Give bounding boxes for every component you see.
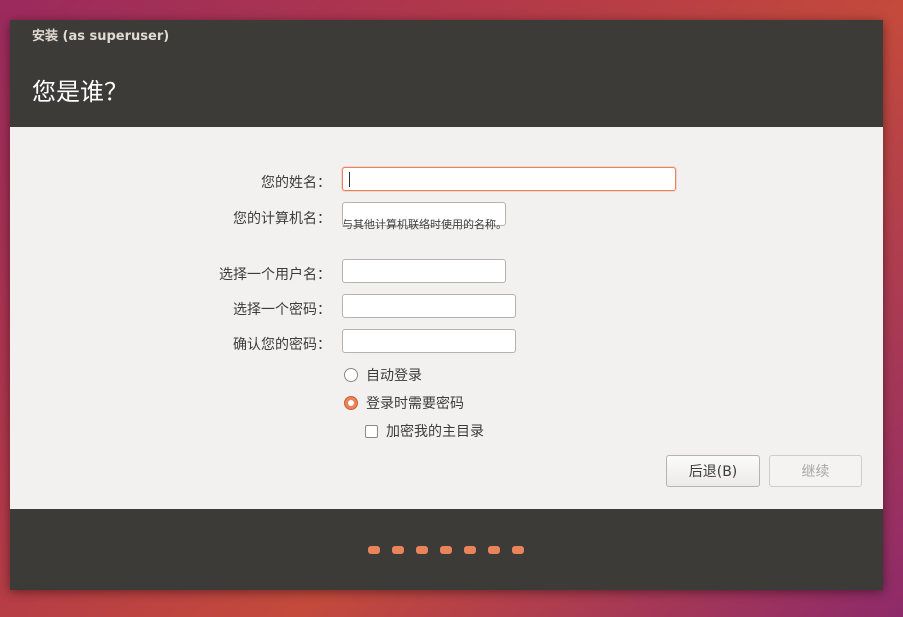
require-password-label: 登录时需要密码 [366, 396, 464, 412]
progress-dot [368, 546, 380, 554]
auto-login-option[interactable]: 自动登录 [344, 365, 422, 385]
auto-login-label: 自动登录 [366, 368, 422, 384]
require-password-radio[interactable] [344, 396, 358, 410]
username-field[interactable] [342, 259, 506, 283]
back-button[interactable]: 后退(B) [666, 455, 760, 487]
password-label: 选择一个密码： [233, 302, 331, 318]
confirm-password-label: 确认您的密码： [233, 337, 331, 353]
installer-window: 安装 (as superuser) 您是谁？ 您的姓名： 您的计算机名： 与其他… [10, 20, 883, 590]
encrypt-home-checkbox[interactable] [365, 424, 378, 438]
computer-name-label: 您的计算机名： [233, 211, 331, 227]
progress-footer [10, 509, 883, 590]
progress-dot [464, 546, 476, 554]
auto-login-radio[interactable] [344, 368, 358, 382]
progress-dot [416, 546, 428, 554]
progress-dots [368, 546, 524, 554]
confirm-password-field[interactable] [342, 329, 516, 353]
page-title: 您是谁？ [32, 78, 128, 106]
computer-name-hint: 与其他计算机联络时使用的名称。 [342, 218, 507, 231]
progress-dot [512, 546, 524, 554]
password-field[interactable] [342, 294, 516, 318]
name-field[interactable] [342, 167, 676, 191]
progress-dot [392, 546, 404, 554]
page-header: 您是谁？ [10, 48, 883, 127]
window-title: 安装 (as superuser) [32, 29, 170, 44]
require-password-option[interactable]: 登录时需要密码 [344, 393, 464, 413]
user-setup-form: 您的姓名： 您的计算机名： 与其他计算机联络时使用的名称。 选择一个用户名： 选… [10, 127, 883, 509]
text-caret [349, 172, 350, 187]
name-label: 您的姓名： [261, 175, 331, 191]
progress-dot [488, 546, 500, 554]
title-bar: 安装 (as superuser) [10, 20, 883, 48]
encrypt-home-option[interactable]: 加密我的主目录 [365, 421, 484, 441]
encrypt-home-label: 加密我的主目录 [386, 424, 484, 440]
username-label: 选择一个用户名： [219, 267, 331, 283]
progress-dot [440, 546, 452, 554]
continue-button[interactable]: 继续 [769, 455, 862, 487]
